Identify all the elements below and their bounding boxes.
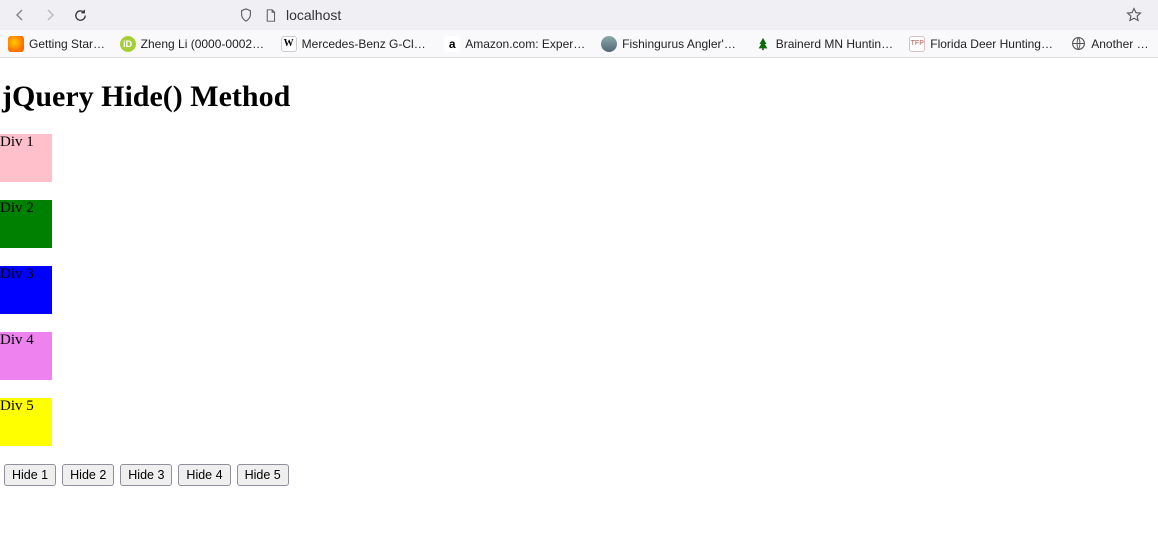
div-4: Div 4 — [0, 332, 52, 380]
bookmark-label: Mercedes-Benz G-Clas... — [302, 37, 431, 51]
hide-5-button[interactable]: Hide 5 — [237, 464, 289, 486]
address-bar[interactable]: localhost — [238, 2, 1116, 28]
page-icon — [262, 7, 278, 23]
bookmark-label: Brainerd MN Hunting ... — [776, 37, 896, 51]
div-5: Div 5 — [0, 398, 52, 446]
div-1: Div 1 — [0, 134, 52, 182]
page-content: jQuery Hide() Method Div 1 Div 2 Div 3 D… — [0, 58, 1158, 486]
bookmark-label: Amazon.com: ExpertP... — [465, 37, 587, 51]
bookmark-amazon[interactable]: a Amazon.com: ExpertP... — [444, 36, 587, 52]
bookmarks-bar: Getting Started iD Zheng Li (0000-0002-3… — [0, 30, 1158, 58]
bookmark-star-button[interactable] — [1122, 3, 1146, 27]
url-text: localhost — [286, 7, 341, 23]
amazon-icon: a — [444, 36, 460, 52]
globe-icon — [1070, 36, 1086, 52]
bookmark-zheng-li[interactable]: iD Zheng Li (0000-0002-3... — [120, 36, 267, 52]
tree-icon — [755, 36, 771, 52]
orcid-icon: iD — [120, 36, 136, 52]
div-2: Div 2 — [0, 200, 52, 248]
hide-3-button[interactable]: Hide 3 — [120, 464, 172, 486]
div-label: Div 2 — [0, 200, 34, 216]
hide-2-button[interactable]: Hide 2 — [62, 464, 114, 486]
div-label: Div 4 — [0, 332, 34, 348]
bookmark-label: Florida Deer Hunting S... — [930, 37, 1056, 51]
tfp-icon: TFP — [909, 36, 925, 52]
bookmark-label: Getting Started — [29, 37, 106, 51]
bookmark-brainerd[interactable]: Brainerd MN Hunting ... — [755, 36, 896, 52]
bookmark-label: Another res — [1091, 37, 1150, 51]
arrow-right-icon — [42, 7, 58, 23]
div-label: Div 3 — [0, 266, 34, 282]
bookmark-getting-started[interactable]: Getting Started — [8, 36, 106, 52]
div-label: Div 5 — [0, 398, 34, 414]
page-heading: jQuery Hide() Method — [0, 80, 1158, 114]
forward-button[interactable] — [38, 3, 62, 27]
browser-toolbar: localhost — [0, 0, 1158, 30]
div-label: Div 1 — [0, 134, 34, 150]
shield-icon — [238, 7, 254, 23]
fish-icon — [601, 36, 617, 52]
div-container: Div 1 Div 2 Div 3 Div 4 Div 5 — [0, 134, 1158, 446]
bookmark-florida-deer[interactable]: TFP Florida Deer Hunting S... — [909, 36, 1056, 52]
bookmark-label: Zheng Li (0000-0002-3... — [141, 37, 267, 51]
reload-icon — [73, 8, 88, 23]
back-button[interactable] — [8, 3, 32, 27]
firefox-icon — [8, 36, 24, 52]
bookmark-another[interactable]: Another res — [1070, 36, 1150, 52]
hide-4-button[interactable]: Hide 4 — [178, 464, 230, 486]
arrow-left-icon — [12, 7, 28, 23]
bookmark-mercedes[interactable]: W Mercedes-Benz G-Clas... — [281, 36, 431, 52]
hide-1-button[interactable]: Hide 1 — [4, 464, 56, 486]
wikipedia-icon: W — [281, 36, 297, 52]
div-3: Div 3 — [0, 266, 52, 314]
reload-button[interactable] — [68, 3, 92, 27]
button-row: Hide 1 Hide 2 Hide 3 Hide 4 Hide 5 — [0, 464, 1158, 486]
bookmark-fishingurus[interactable]: Fishingurus Angler's I... — [601, 36, 741, 52]
star-icon — [1126, 7, 1142, 23]
bookmark-label: Fishingurus Angler's I... — [622, 37, 741, 51]
